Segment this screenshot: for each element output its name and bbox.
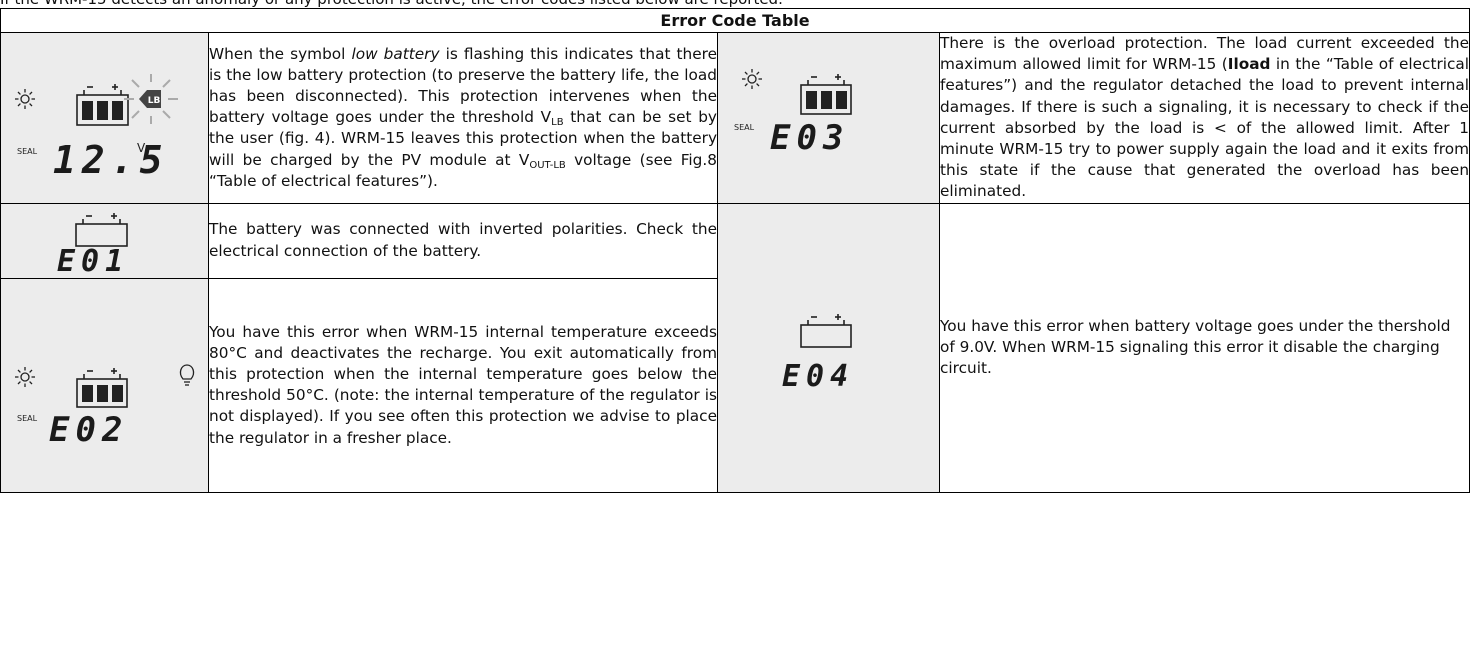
table-title: Error Code Table [0, 8, 1471, 33]
error-code-readout: E04 [782, 359, 854, 394]
text-part: in the “Table of electrical features”) a… [940, 55, 1470, 201]
lcd-display: E01 [57, 212, 129, 278]
text-subscript: OUT-LB [529, 159, 566, 171]
lcd-display: SEAL E02 [15, 363, 195, 450]
battery-full-icon [76, 83, 129, 126]
e04-description: You have this error when battery voltage… [938, 202, 1471, 493]
battery-full-icon [76, 367, 128, 408]
seal-label: SEAL [17, 414, 38, 423]
error-code-table: Error Code Table LB SEAL 12.5 V When the… [0, 8, 1471, 493]
low-battery-flash-icon: LB [124, 73, 178, 124]
lcd-display: E04 [782, 313, 854, 394]
battery-full-icon [800, 73, 852, 115]
text-bold: Iload [1227, 55, 1271, 74]
lcd-display: SEAL E03 [734, 68, 852, 158]
text-emphasis: low battery [351, 44, 440, 63]
e01-description: The battery was connected with inverted … [208, 202, 718, 279]
e03-description: There is the overload protection. The lo… [938, 32, 1471, 204]
sun-icon [742, 68, 762, 89]
error-code-readout: E01 [57, 244, 129, 278]
voltage-readout: 12.5 [53, 138, 169, 182]
battery-empty-icon [800, 313, 852, 348]
text-subscript: LB [551, 117, 564, 129]
battery-empty-icon [75, 212, 128, 247]
error-code-readout: E03 [770, 118, 849, 158]
table-row: LB SEAL 12.5 V When the symbol low batte… [0, 32, 1471, 204]
lcd-e04: E04 [717, 202, 940, 493]
lcd-display: LB SEAL 12.5 V [15, 73, 178, 182]
sun-icon [15, 366, 35, 387]
text-part: When the symbol [209, 44, 352, 63]
e02-description: You have this error when WRM-15 internal… [208, 277, 718, 493]
low-battery-flag: LB [148, 96, 161, 106]
bulb-icon [179, 363, 195, 386]
lcd-e02: SEAL E02 [0, 277, 209, 493]
voltage-unit: V [137, 141, 146, 155]
seal-label: SEAL [17, 147, 38, 156]
table-header-row: Error Code Table [0, 8, 1471, 33]
low-battery-description: When the symbol low battery is flashing … [208, 32, 718, 204]
error-code-readout: E02 [49, 410, 128, 450]
table-row: E01 The battery was connected with inver… [0, 202, 1471, 493]
lcd-e01: E01 [0, 202, 209, 279]
sun-icon [15, 88, 35, 109]
seal-label: SEAL [734, 123, 755, 132]
lcd-e03: SEAL E03 [717, 32, 940, 204]
lcd-low-battery: LB SEAL 12.5 V [0, 32, 209, 204]
